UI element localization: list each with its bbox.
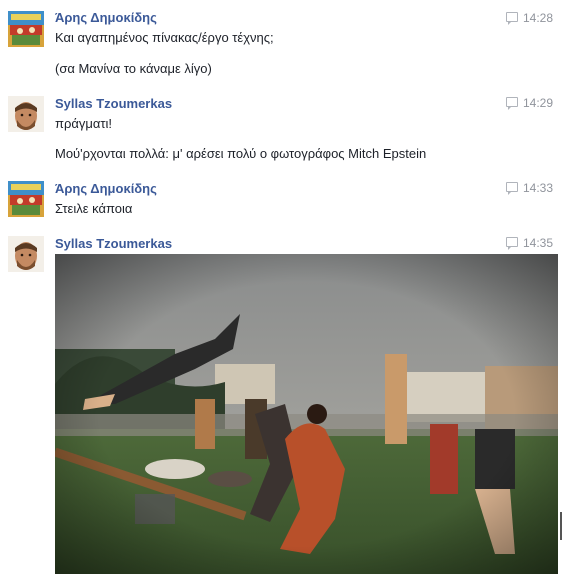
avatar-syllas-image (8, 236, 44, 272)
sender-name[interactable]: Syllas Tzoumerkas (55, 96, 172, 111)
avatar-syllas[interactable] (8, 236, 44, 272)
chat-bubble-icon (506, 12, 518, 25)
timestamp-text: 14:29 (523, 96, 554, 110)
sender-name[interactable]: Άρης Δημοκίδης (55, 10, 157, 25)
chat-bubble-icon (506, 97, 518, 110)
timestamp: 14:35 (506, 236, 562, 250)
sender-name[interactable]: Άρης Δημοκίδης (55, 181, 157, 196)
avatar-syllas[interactable] (8, 96, 44, 132)
timestamp-text: 14:33 (523, 181, 554, 195)
sender-name[interactable]: Syllas Tzoumerkas (55, 236, 172, 251)
chat-bubble-icon (506, 182, 518, 195)
timestamp: 14:28 (506, 11, 562, 25)
avatar-aris-image (8, 181, 44, 217)
avatar-aris[interactable] (8, 11, 44, 47)
message-text: πράγματι! (55, 116, 113, 131)
timestamp-text: 14:35 (523, 236, 554, 250)
message-text: Και αγαπημένος πίνακας/έργο τέχνης; (55, 30, 274, 45)
photo-image (55, 254, 558, 574)
photo-attachment[interactable] (55, 254, 558, 574)
chat-bubble-icon (506, 237, 518, 250)
timestamp: 14:33 (506, 181, 562, 195)
timestamp: 14:29 (506, 96, 562, 110)
avatar-aris-image (8, 11, 44, 47)
timestamp-text: 14:28 (523, 11, 554, 25)
message-text: Μού'ρχονται πολλά: μ' αρέσει πολύ ο φωτο… (55, 146, 427, 161)
message-text: Στειλε κάποια (55, 201, 133, 216)
message-text: (σα Μανίνα το κάναμε λίγο) (55, 61, 212, 76)
avatar-syllas-image (8, 96, 44, 132)
avatar-aris[interactable] (8, 181, 44, 217)
